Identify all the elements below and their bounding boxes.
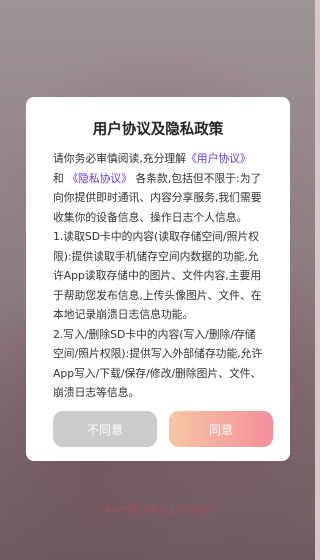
intro-paragraph: 请你务必审慎阅读,充分理解《用户协议》 和 《隐私协议》 各条款,包括但不限于:… [53,149,263,227]
user-agreement-link[interactable]: 《用户协议》 [186,152,251,165]
disagree-button[interactable]: 不同意 [53,411,157,447]
agreement-content[interactable]: 请你务必审慎阅读,充分理解《用户协议》 和 《隐私协议》 各条款,包括但不限于:… [53,149,263,398]
privacy-policy-link[interactable]: 《隐私协议》 [67,172,132,185]
permission-item-2: 2.写入/删除SD卡中的内容(写入/删除/存储空间/照片权限):提供写入外部储存… [53,327,263,399]
dialog-title: 用户协议及隐私政策 [92,122,224,138]
intro-prefix: 请你务必审慎阅读,充分理解 [53,152,186,165]
age-notice: 本APP限18岁以上用户使用 [102,506,213,516]
and-text: 和 [53,171,64,185]
agreement-dialog: 用户协议及隐私政策 请你务必审慎阅读,充分理解《用户协议》 和 《隐私协议》 各… [26,97,290,461]
permission-item-1: 1.读取SD卡中的内容(读取存储空间/照片权限):提供读取手机储存空间内数据的功… [53,230,262,321]
agree-button[interactable]: 同意 [169,411,273,447]
